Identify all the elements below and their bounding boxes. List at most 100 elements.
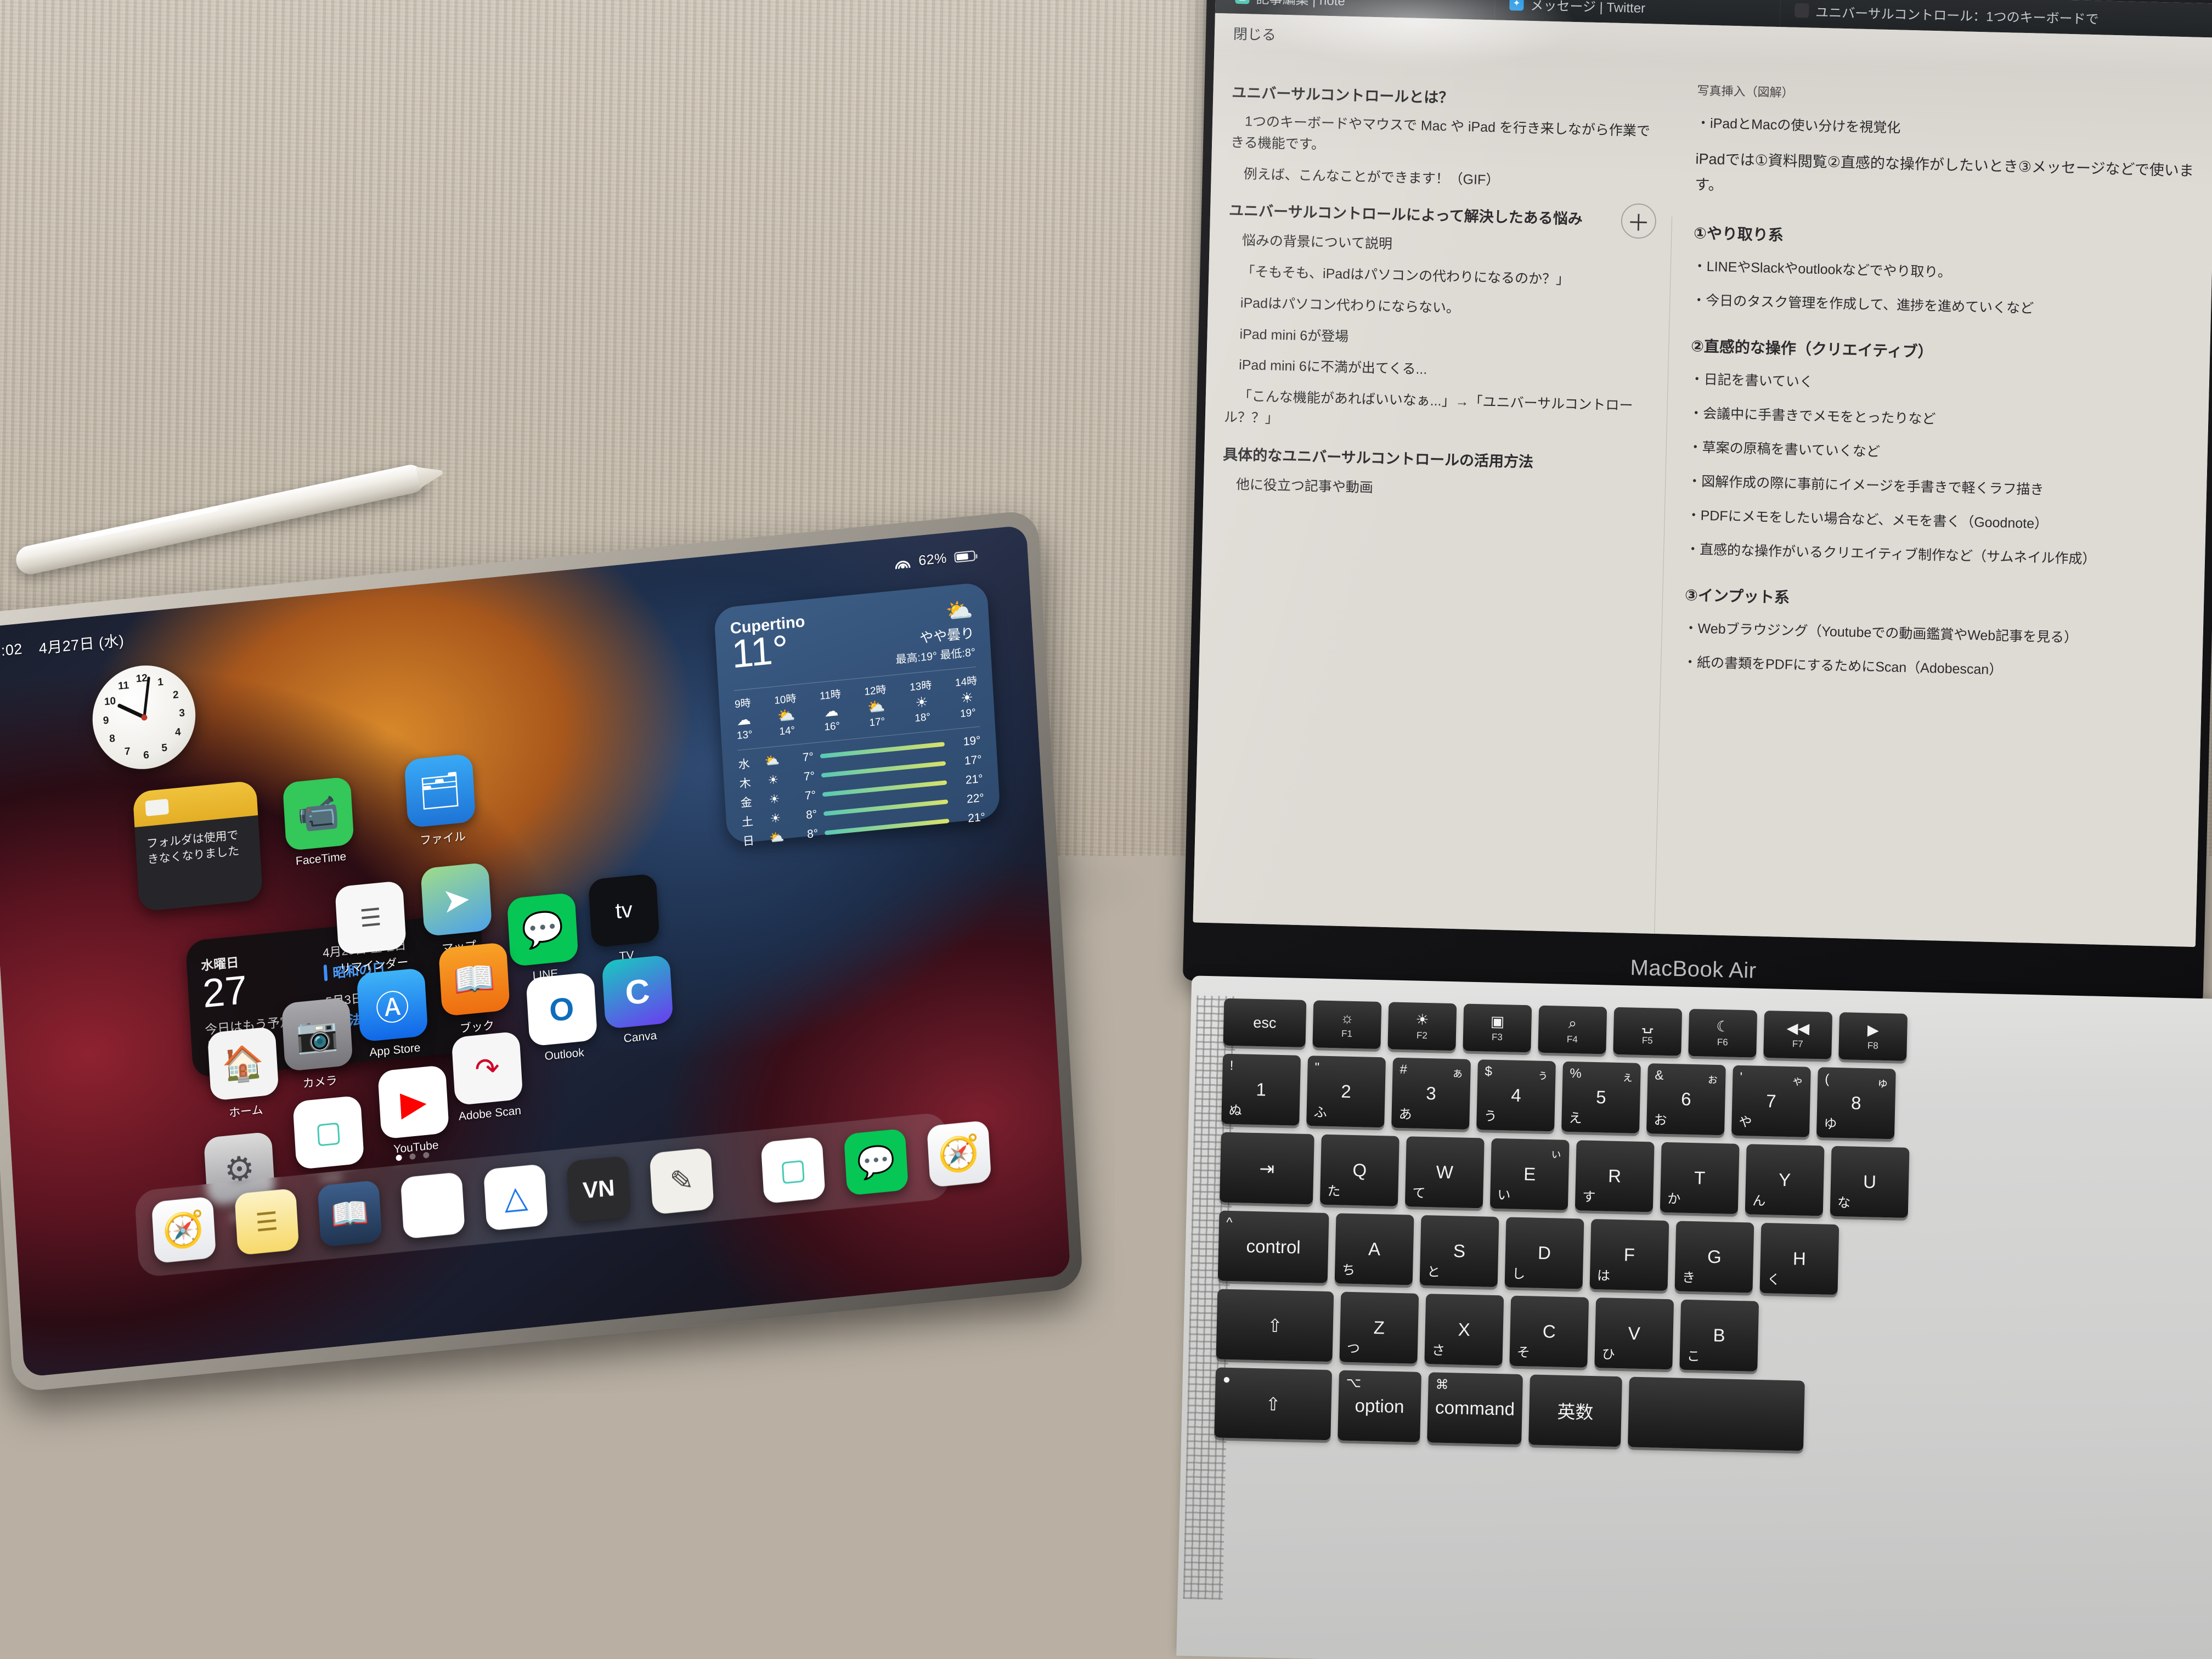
dock-item-line[interactable]: 💬 <box>843 1128 909 1196</box>
keyboard-key[interactable]: てW <box>1404 1136 1485 1209</box>
app-icon-line[interactable]: 💬 LINE <box>506 892 580 985</box>
editor-paragraph[interactable]: iPadはパソコン代わりにならない。 <box>1227 292 1654 324</box>
dock-item-photos[interactable]: ❀ <box>400 1171 465 1239</box>
weather-widget[interactable]: Cupertino 11° ⛅ やや曇り 最高:19° 最低:8° 9時 ☁ 13°… <box>713 582 1001 848</box>
keyboard-key[interactable]: ⍽ F5 <box>1613 1007 1683 1056</box>
app-icon-adobescan[interactable]: ↷ Adobe Scan <box>451 1031 524 1124</box>
app-icon-facetime[interactable]: 📹 FaceTime <box>282 776 356 869</box>
keyboard-key[interactable]: ひV <box>1594 1297 1674 1370</box>
dock-item-notes[interactable]: ☰ <box>234 1188 300 1256</box>
keyboard-key[interactable] <box>1628 1376 1805 1451</box>
editor-heading[interactable]: ユニバーサルコントロールによって解決したある悩み <box>1229 199 1656 230</box>
keyboard-key[interactable]: つZ <box>1339 1291 1419 1364</box>
editor-heading[interactable]: 具体的なユニバーサルコントロールの活用方法 <box>1223 442 1650 474</box>
keyboard-key[interactable]: なU <box>1830 1146 1910 1218</box>
editor-paragraph[interactable]: ・Webブラウジング（Youtubeでの動画鑑賞やWeb記事を見る） <box>1684 617 2198 652</box>
keyboard-key[interactable]: こB <box>1679 1299 1759 1372</box>
editor-heading[interactable]: ③インプット系 <box>1685 583 2199 618</box>
keyboard-key[interactable]: くH <box>1759 1222 1839 1295</box>
editor-paragraph[interactable]: ・草案の原稿を書いていくなど <box>1688 436 2202 471</box>
editor-paragraph[interactable]: 他に役立つ記事や動画 <box>1222 473 1649 505</box>
dock-item-note[interactable]: ▢ <box>760 1136 826 1204</box>
keyboard-key[interactable]: # ぁあ 3 <box>1391 1057 1471 1130</box>
keyboard-key[interactable]: esc <box>1223 998 1307 1047</box>
editor-heading[interactable]: ユニバーサルコントロールとは？ <box>1232 81 1658 112</box>
page-dot[interactable] <box>423 1152 430 1159</box>
keyboard-key[interactable]: $ ぅう 4 <box>1476 1059 1556 1132</box>
keyboard-key[interactable]: ◀◀ F7 <box>1763 1010 1833 1059</box>
keyboard-key[interactable]: ● ⇧ <box>1214 1367 1333 1441</box>
app-icon-files[interactable]: 🗂 ファイル <box>404 753 477 849</box>
keyboard-key[interactable]: (ゅゆ 8 <box>1816 1067 1896 1139</box>
dock-item-safari[interactable]: 🧭 <box>151 1196 217 1264</box>
ipad-screen[interactable]: :02 4月27日 (水) 62% 12 1 2 3 4 5 6 7 8 9 1… <box>0 524 1071 1378</box>
add-block-button[interactable]: ＋ <box>1620 203 1657 239</box>
keyboard-key[interactable]: " ふ 2 <box>1306 1056 1386 1128</box>
keyboard-key[interactable]: ちA <box>1334 1213 1414 1285</box>
editor-paragraph[interactable]: 「こんな機能があればいいなぁ...」→「ユニバーサルコントロール？？」 <box>1223 386 1651 438</box>
editor-paragraph[interactable]: iPadでは①資料閲覧②直感的な操作がしたいとき③メッセージなどで使います。 <box>1695 146 2209 211</box>
keyboard-key[interactable]: ⇧ <box>1216 1289 1334 1362</box>
editor-paragraph[interactable]: ・直感的な操作がいるクリエイティブ制作など（サムネイル作成） <box>1686 538 2200 573</box>
dock-item-safari-recent[interactable]: 🧭 <box>927 1120 992 1188</box>
keyboard-key[interactable]: ' ゃや 7 <box>1731 1065 1811 1137</box>
keyboard-key[interactable]: かT <box>1660 1142 1740 1214</box>
keyboard-key[interactable]: & ぉお 6 <box>1646 1063 1726 1136</box>
editor-paragraph[interactable]: ・図解作成の際に事前にイメージを手書きで軽くラフ描き <box>1688 470 2202 505</box>
editor-paragraph[interactable]: iPad mini 6に不満が出てくる... <box>1225 354 1652 386</box>
keyboard-key[interactable]: んY <box>1745 1144 1825 1216</box>
dock-item-memo[interactable]: ✎ <box>649 1147 714 1215</box>
editor-heading[interactable]: ②直感的な操作（クリエイティブ） <box>1691 334 2205 369</box>
editor-left-pane[interactable]: ＋ ユニバーサルコントロールとは？ 1つのキーボードやマウスで Mac や iPa… <box>1193 52 1675 934</box>
keyboard-key[interactable]: ☾ F6 <box>1688 1008 1758 1058</box>
keyboard-key[interactable]: しD <box>1504 1217 1584 1289</box>
app-icon-appstore[interactable]: Ⓐ App Store <box>356 967 430 1060</box>
keyboard-key[interactable]: ぃいE <box>1489 1138 1570 1210</box>
macbook-screen[interactable]: ▢ 記事編集 | note ✦ メッセージ | Twitter ユニバーサルコン… <box>1193 0 2212 947</box>
editor-paragraph[interactable]: 1つのキーボードやマウスで Mac や iPad を行き来しながら作業できる機能… <box>1231 111 1658 163</box>
app-icon-reminders[interactable]: ☰ リマインダー <box>335 880 409 977</box>
editor-paragraph[interactable]: ・日記を書いていく <box>1690 368 2204 403</box>
keyboard-key[interactable]: 英数 <box>1528 1374 1622 1447</box>
dock-item-google-drive[interactable]: △ <box>483 1164 549 1231</box>
keyboard-key[interactable]: きG <box>1674 1221 1754 1293</box>
keyboard-key[interactable]: ⌘ command <box>1427 1372 1523 1445</box>
editor-paragraph[interactable]: 写真挿入（図解） <box>1697 81 2211 112</box>
keyboard-key[interactable]: ^ control <box>1217 1210 1329 1284</box>
folder-unavailable-widget[interactable]: フォルダは使用できなくなりました <box>132 780 263 912</box>
editor-heading[interactable]: ①やり取り系 <box>1694 221 2208 256</box>
editor-paragraph[interactable]: ・今日のタスク管理を作成して、進捗を進めていくなど <box>1692 289 2206 324</box>
app-icon-tv[interactable]: tv TV <box>588 873 661 966</box>
keyboard-key[interactable]: ! ぬ 1 <box>1221 1053 1301 1126</box>
app-icon-camera[interactable]: 📷 カメラ <box>281 997 354 1093</box>
app-icon-canva[interactable]: C Canva <box>601 955 675 1047</box>
dock-item-vn[interactable]: VN <box>566 1155 631 1223</box>
keyboard-key[interactable]: ▣ F3 <box>1463 1003 1532 1053</box>
editor-paragraph[interactable]: ・会議中に手書きでメモをとったりなど <box>1689 402 2203 437</box>
app-icon-youtube[interactable]: ▶ YouTube <box>377 1064 450 1158</box>
keyboard-key[interactable]: ⌕ F4 <box>1538 1005 1607 1054</box>
editor-paragraph[interactable]: ・LINEやSlackやoutlookなどでやり取り。 <box>1692 255 2207 290</box>
keyboard-key[interactable]: そC <box>1509 1295 1589 1368</box>
keyboard-key[interactable]: はF <box>1589 1218 1669 1291</box>
editor-paragraph[interactable]: ・紙の書類をPDFにするためにScan（Adobescan） <box>1683 651 2197 686</box>
keyboard-key[interactable]: % ぇえ 5 <box>1561 1061 1641 1133</box>
app-icon-outlook[interactable]: O Outlook <box>526 972 599 1065</box>
keyboard-key[interactable]: さX <box>1424 1294 1504 1366</box>
keyboard-key[interactable]: たQ <box>1319 1134 1400 1206</box>
keyboard-key[interactable]: ▶ F8 <box>1838 1012 1908 1061</box>
page-dot[interactable] <box>396 1154 402 1161</box>
editor-paragraph[interactable]: ・iPadとMacの使い分けを視覚化 <box>1696 112 2210 147</box>
keyboard-key[interactable]: ☼ F1 <box>1312 1000 1382 1049</box>
editor-paragraph[interactable]: 例えば、こんなことができます！（GIF） <box>1229 163 1656 195</box>
keyboard-key[interactable]: とS <box>1419 1215 1499 1288</box>
app-icon-home[interactable]: 🏠 ホーム <box>207 1026 280 1122</box>
editor-paragraph[interactable]: iPad mini 6が登場 <box>1226 323 1652 355</box>
editor-paragraph[interactable]: ・PDFにメモをしたい場合など、メモを書く（Goodnote） <box>1686 504 2200 539</box>
editor-right-pane[interactable]: 写真挿入（図解） ・iPadとMacの使い分けを視覚化 iPadでは①資料閲覧②直感… <box>1655 63 2212 947</box>
editor-paragraph[interactable]: 「そもそも、iPadはパソコンの代わりになるのか？」 <box>1227 261 1654 293</box>
keyboard-key[interactable]: ☀ F2 <box>1387 1002 1457 1051</box>
keyboard-key[interactable]: すR <box>1575 1140 1655 1212</box>
dock-item-reading[interactable]: 📖 <box>317 1180 382 1248</box>
page-dot[interactable] <box>409 1153 416 1160</box>
